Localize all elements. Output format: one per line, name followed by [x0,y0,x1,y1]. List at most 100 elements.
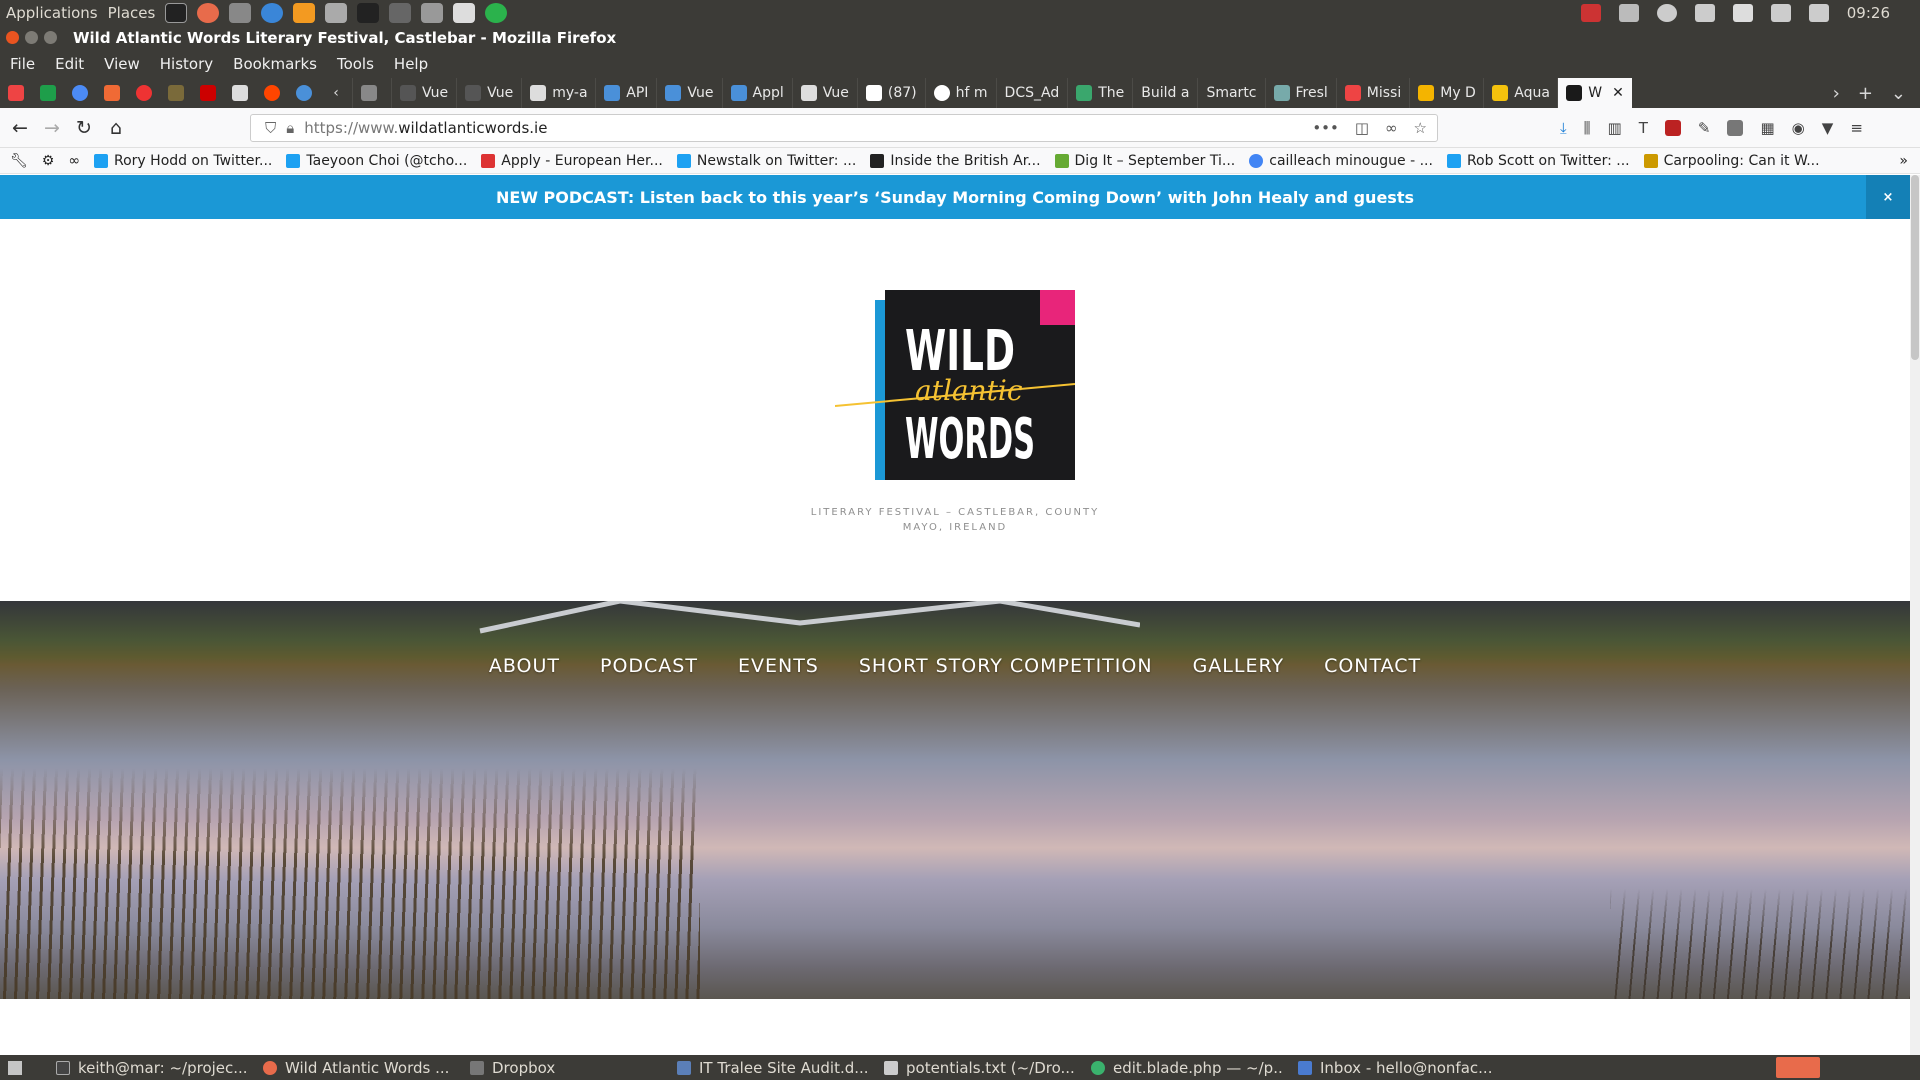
clock[interactable]: 09:26 [1847,4,1890,22]
screenshot-launcher-icon[interactable] [325,2,348,23]
extension-grid-icon[interactable]: ▦ [1760,119,1774,137]
pinned-tab[interactable] [32,78,64,108]
volume-icon[interactable] [1808,3,1829,22]
tab[interactable] [352,78,391,108]
pocket-icon[interactable]: ◫ [1355,119,1369,137]
more-bookmarks-chevron-icon[interactable]: » [1899,153,1920,169]
tab[interactable]: Aqua [1483,78,1557,108]
tab[interactable]: Vue [791,78,857,108]
tracking-shield-icon[interactable]: ⛉ [265,119,276,137]
nav-events[interactable]: EVENTS [738,655,819,677]
tab[interactable]: DCS_Ad [995,78,1068,108]
tab[interactable]: Missi [1335,78,1409,108]
bookmark-item[interactable]: cailleach minougue - ... [1249,153,1433,169]
taskbar-item[interactable]: keith@mar: ~/projec... [42,1059,249,1077]
scrollbar-thumb[interactable] [1911,175,1919,360]
taskbar-item[interactable]: edit.blade.php — ~/p... [1077,1059,1284,1077]
nav-about[interactable]: ABOUT [489,655,560,677]
firefox-tray-icon[interactable] [1776,1057,1820,1078]
menu-file[interactable]: File [10,55,35,73]
tray-files-icon[interactable] [1618,3,1639,22]
tab[interactable]: hf m [924,78,996,108]
hamburger-menu-icon[interactable]: ≡ [1850,119,1863,137]
pinned-tab[interactable] [64,78,96,108]
calculator-launcher-icon[interactable] [421,2,444,23]
lock-icon[interactable]: 🔒︎ [286,119,294,137]
tab[interactable]: Smartc [1197,78,1264,108]
extension-red-icon[interactable] [1664,119,1681,136]
page-actions-icon[interactable]: ••• [1312,119,1339,137]
reload-button[interactable]: ↻ [68,117,100,139]
close-announcement-button[interactable]: × [1866,175,1910,219]
files-launcher-icon[interactable] [229,2,252,23]
menu-tools[interactable]: Tools [337,55,374,73]
gimp-launcher-icon[interactable] [389,2,412,23]
pinned-tab[interactable] [192,78,224,108]
text-editor-launcher-icon[interactable] [453,2,476,23]
tray-app-icon[interactable] [1580,3,1601,22]
tab[interactable]: Appl [721,78,792,108]
tab[interactable]: My D [1409,78,1483,108]
taskbar-item[interactable]: potentials.txt (~/Dro... [870,1059,1077,1077]
reader-icon[interactable]: ∞ [1385,119,1398,137]
tab[interactable]: The [1067,78,1132,108]
pinned-tab[interactable] [96,78,128,108]
announcement-bar[interactable]: NEW PODCAST: Listen back to this year’s … [0,175,1910,219]
pinned-tab[interactable] [288,78,320,108]
show-desktop-icon[interactable] [8,1060,22,1075]
menu-help[interactable]: Help [394,55,428,73]
bookmark-item[interactable]: Inside the British Ar... [870,153,1041,169]
taskbar-item[interactable]: Inbox - hello@nonfac... [1284,1059,1491,1077]
bookmark-item[interactable]: Carpooling: Can it W... [1643,153,1820,169]
pinned-tab[interactable] [224,78,256,108]
close-window-icon[interactable] [6,31,19,44]
taskbar-item[interactable]: Dropbox [456,1059,663,1077]
bookmark-item[interactable]: Rob Scott on Twitter: ... [1446,153,1630,169]
menu-history[interactable]: History [160,55,213,73]
bookmark-item[interactable]: Newstalk on Twitter: ... [676,153,856,169]
tab[interactable]: Vue [391,78,456,108]
keyboard-layout-icon[interactable] [1732,3,1753,22]
tab[interactable]: Build a [1132,78,1197,108]
menu-edit[interactable]: Edit [55,55,84,73]
firefox-launcher-icon[interactable] [197,2,220,23]
page-scrollbar[interactable] [1910,175,1920,1055]
eyedropper-icon[interactable]: ✎ [1698,119,1711,137]
spotify-launcher-icon[interactable] [485,2,508,23]
site-logo[interactable]: WILD atlantic WORDS [834,288,1076,488]
taskbar-item[interactable]: IT Tralee Site Audit.d... [663,1059,870,1077]
settings-launcher-icon[interactable] [293,2,316,23]
gear-icon[interactable]: ⚙ [42,153,55,169]
forward-button[interactable]: → [36,117,68,139]
scroll-tabs-left-button[interactable]: ‹ [320,78,352,108]
nav-gallery[interactable]: GALLERY [1193,655,1285,677]
bookmark-item[interactable]: Dig It – September Ti... [1054,153,1235,169]
inkscape-launcher-icon[interactable] [357,2,380,23]
tab[interactable]: API [595,78,656,108]
menu-bookmarks[interactable]: Bookmarks [233,55,317,73]
tray-user-icon[interactable] [1656,3,1677,22]
close-tab-icon[interactable]: ✕ [1612,85,1624,101]
places-menu[interactable]: Places [108,4,156,22]
tab[interactable]: my-a [521,78,595,108]
nav-short-story-competition[interactable]: SHORT STORY COMPETITION [859,655,1153,677]
minimize-window-icon[interactable] [25,31,38,44]
maximize-window-icon[interactable] [44,31,57,44]
downloads-icon[interactable]: ⤓ [1560,119,1567,137]
taskbar-item[interactable]: Wild Atlantic Words ... [249,1059,456,1077]
bookmark-item[interactable]: Apply - European Her... [481,153,663,169]
scroll-tabs-right-button[interactable]: › [1833,83,1840,104]
account-icon[interactable]: ◉ [1792,119,1805,137]
extension-badge-icon[interactable] [1727,119,1744,136]
applications-menu[interactable]: Applications [6,4,98,22]
nav-contact[interactable]: CONTACT [1324,655,1421,677]
tab-active[interactable]: W ✕ [1557,78,1632,108]
thunderbird-launcher-icon[interactable] [261,2,284,23]
bookmark-item[interactable]: Rory Hodd on Twitter... [94,153,272,169]
tab[interactable]: Vue [656,78,721,108]
home-button[interactable]: ⌂ [100,117,132,139]
pinned-tab[interactable] [160,78,192,108]
extension-v-icon[interactable]: ▼ [1822,119,1834,137]
nav-podcast[interactable]: PODCAST [600,655,698,677]
bookmark-star-icon[interactable]: ☆ [1414,119,1427,137]
